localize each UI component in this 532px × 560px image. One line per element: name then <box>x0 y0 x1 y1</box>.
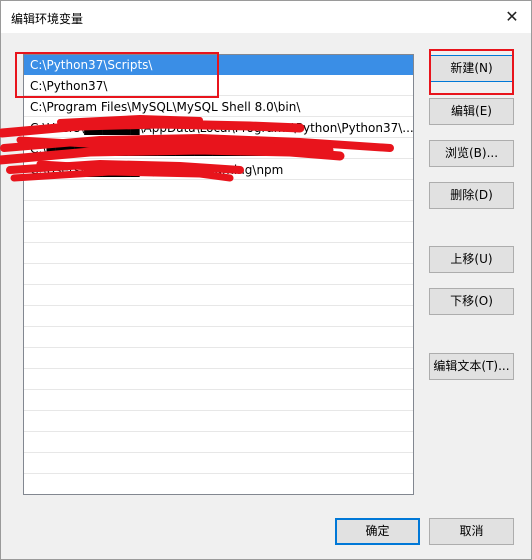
move-up-button[interactable]: 上移(U) <box>429 246 514 273</box>
path-list-item[interactable]: C:\Users\██████\AppData\Local\Programs\P… <box>24 118 413 138</box>
path-list-item[interactable] <box>24 181 413 201</box>
path-list-item[interactable]: C:\██████████████████████████\... <box>24 139 413 159</box>
path-list-item[interactable] <box>24 391 413 411</box>
delete-button[interactable]: 删除(D) <box>429 182 514 209</box>
path-list-item[interactable] <box>24 454 413 474</box>
path-list-item[interactable] <box>24 307 413 327</box>
annotation-highlight-python-paths <box>15 52 219 98</box>
move-down-button[interactable]: 下移(O) <box>429 288 514 315</box>
path-list-item[interactable] <box>24 433 413 453</box>
path-list-item[interactable] <box>24 412 413 432</box>
close-icon[interactable]: ✕ <box>501 6 523 28</box>
annotation-highlight-new-button <box>429 49 514 95</box>
path-list-item[interactable] <box>24 202 413 222</box>
edit-text-button[interactable]: 编辑文本(T)... <box>429 353 514 380</box>
window-title: 编辑环境变量 <box>11 12 84 26</box>
browse-button[interactable]: 浏览(B)... <box>429 140 514 167</box>
path-list-item[interactable] <box>24 475 413 494</box>
ok-button[interactable]: 确定 <box>335 518 420 545</box>
path-list-item[interactable] <box>24 328 413 348</box>
path-list-item[interactable] <box>24 244 413 264</box>
title-bar: 编辑环境变量 ✕ <box>1 1 531 33</box>
path-list-item[interactable] <box>24 223 413 243</box>
path-list-item[interactable] <box>24 349 413 369</box>
path-list-item[interactable] <box>24 370 413 390</box>
path-list-item[interactable] <box>24 286 413 306</box>
edit-button[interactable]: 编辑(E) <box>429 98 514 125</box>
path-listbox[interactable]: C:\Python37\Scripts\ C:\Python37\ C:\Progr… <box>23 54 414 495</box>
path-list-item[interactable]: C:\Users\██████\AppData\Roaming\npm <box>24 160 413 180</box>
path-list-item[interactable]: C:\Program Files\MySQL\MySQL Shell 8.0\b… <box>24 97 413 117</box>
path-list-item[interactable] <box>24 265 413 285</box>
cancel-button[interactable]: 取消 <box>429 518 514 545</box>
